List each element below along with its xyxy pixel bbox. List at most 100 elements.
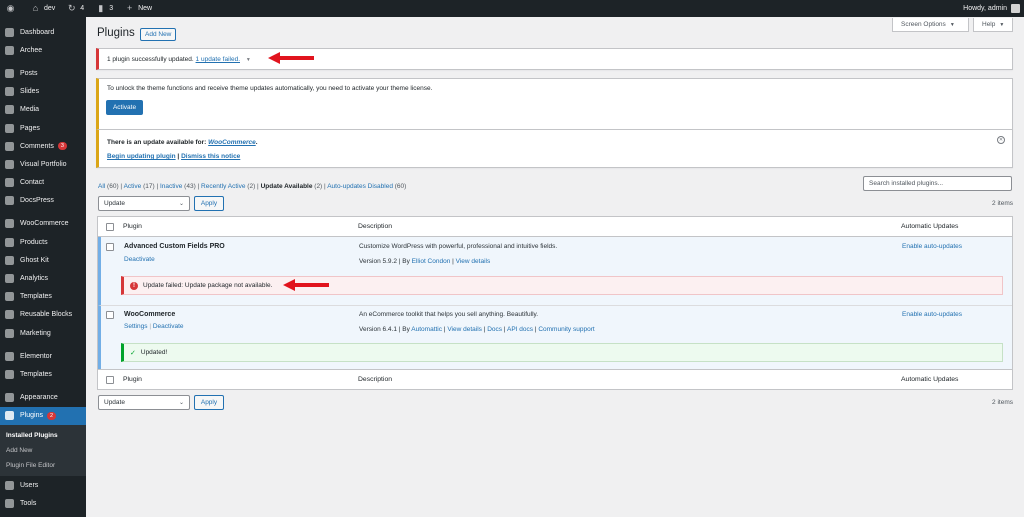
menu-woocommerce[interactable]: WooCommerce	[0, 215, 86, 233]
menu-products[interactable]: Products	[0, 233, 86, 251]
chevron-down-icon: ⌄	[178, 201, 184, 207]
column-automatic-updates: Automatic Updates	[901, 376, 959, 383]
menu-users[interactable]: Users	[0, 476, 86, 494]
author-link[interactable]: Automattic	[411, 326, 442, 333]
menu-tools[interactable]: Tools	[0, 494, 86, 512]
menu-dashboard[interactable]: Dashboard	[0, 23, 86, 41]
view-details-link[interactable]: View details	[456, 258, 491, 265]
update-failed-notice: ! Update failed: Update package not avai…	[121, 276, 1003, 295]
deactivate-link[interactable]: Deactivate	[124, 256, 155, 263]
menu-visual-portfolio[interactable]: Visual Portfolio	[0, 155, 86, 173]
row-checkbox[interactable]	[106, 311, 114, 319]
activate-button[interactable]: Activate	[106, 100, 143, 115]
menu-analytics[interactable]: Analytics	[0, 269, 86, 287]
menu-docspress[interactable]: DocsPress	[0, 192, 86, 210]
menu-contact[interactable]: Contact	[0, 174, 86, 192]
page-title: Plugins	[97, 27, 135, 39]
checkmark-icon: ✓	[130, 349, 136, 357]
docs-icon	[5, 196, 14, 206]
menu-appearance[interactable]: Appearance	[0, 389, 86, 407]
chart-icon	[5, 274, 14, 284]
help-button[interactable]: Help ▼	[973, 18, 1013, 32]
menu-slides[interactable]: Slides	[0, 83, 86, 101]
view-details-link[interactable]: View details	[447, 326, 482, 333]
pin-icon	[5, 68, 14, 78]
column-plugin[interactable]: Plugin	[123, 223, 142, 230]
filter-active[interactable]: Active (17)	[124, 183, 155, 190]
filter-update-available[interactable]: Update Available (2)	[261, 183, 323, 190]
items-count-bottom: 2 items	[992, 399, 1013, 406]
bulk-action-select-bottom[interactable]: Update ⌄	[98, 395, 190, 410]
docs-link[interactable]: Docs	[487, 326, 502, 333]
plus-icon: +	[126, 3, 133, 13]
apply-button[interactable]: Apply	[194, 196, 224, 211]
column-description: Description	[358, 223, 392, 230]
row-checkbox[interactable]	[106, 243, 114, 251]
menu-plugins[interactable]: Plugins 2	[0, 406, 86, 425]
author-link[interactable]: Elliot Condon	[412, 258, 451, 265]
submenu-add-new[interactable]: Add New	[0, 443, 86, 458]
select-all-checkbox[interactable]	[106, 376, 114, 384]
enable-auto-updates-link[interactable]: Enable auto-updates	[902, 311, 962, 318]
new-content-link[interactable]: + New	[119, 0, 158, 17]
add-new-button[interactable]: Add New	[140, 28, 177, 41]
select-all-checkbox[interactable]	[106, 223, 114, 231]
items-count: 2 items	[992, 200, 1013, 207]
menu-comments[interactable]: Comments 3	[0, 137, 86, 155]
menu-templates[interactable]: Templates	[0, 288, 86, 306]
filter-recently-active[interactable]: Recently Active (2)	[201, 183, 255, 190]
woocommerce-link[interactable]: WooCommerce	[208, 139, 256, 146]
menu-elementor[interactable]: Elementor	[0, 347, 86, 365]
wordpress-logo-icon[interactable]: ◉	[0, 0, 25, 17]
menu-posts[interactable]: Posts	[0, 64, 86, 82]
community-support-link[interactable]: Community support	[538, 326, 594, 333]
plugin-status-filters: All (60) | Active (17) | Inactive (43) |…	[98, 183, 407, 190]
updates-link[interactable]: ↻ 4	[61, 0, 90, 17]
menu-reusable-blocks[interactable]: Reusable Blocks	[0, 306, 86, 324]
deactivate-link[interactable]: Deactivate	[153, 323, 184, 330]
plugins-submenu: Installed Plugins Add New Plugin File Ed…	[0, 424, 86, 476]
screen-options-button[interactable]: Screen Options ▼	[892, 18, 969, 32]
submenu-installed-plugins[interactable]: Installed Plugins	[0, 428, 86, 443]
settings-link[interactable]: Settings	[124, 323, 148, 330]
filter-all[interactable]: All (60)	[98, 183, 119, 190]
admin-bar: ◉ ⌂ dev ↻ 4 ▮ 3 + New Howdy, admin	[0, 0, 1024, 17]
column-automatic-updates: Automatic Updates	[901, 223, 959, 230]
close-icon[interactable]: ✕	[997, 136, 1005, 144]
my-account[interactable]: Howdy, admin	[963, 0, 1020, 17]
menu-archee[interactable]: Archee	[0, 41, 86, 59]
comments-link[interactable]: ▮ 3	[90, 0, 119, 17]
admin-menu: Dashboard Archee Posts Slides Media Page…	[0, 17, 86, 517]
blocks-icon	[5, 310, 14, 320]
filter-auto-updates-disabled[interactable]: Auto-updates Disabled (60)	[327, 183, 406, 190]
site-name-link[interactable]: ⌂ dev	[25, 0, 61, 17]
menu-media[interactable]: Media	[0, 101, 86, 119]
plugin-name: WooCommerce	[124, 311, 176, 318]
begin-updating-link[interactable]: Begin updating plugin	[107, 153, 176, 160]
plugin-description: An eCommerce toolkit that helps you sell…	[359, 311, 539, 318]
menu-marketing[interactable]: Marketing	[0, 324, 86, 342]
search-input[interactable]: Search installed plugins...	[863, 176, 1012, 191]
dismiss-notice-link[interactable]: Dismiss this notice	[181, 153, 240, 160]
enable-auto-updates-link[interactable]: Enable auto-updates	[902, 243, 962, 250]
update-failed-link[interactable]: 1 update failed.	[196, 56, 240, 63]
table-footer: Plugin Description Automatic Updates	[98, 369, 1012, 389]
megaphone-icon	[5, 328, 14, 338]
submenu-plugin-file-editor[interactable]: Plugin File Editor	[0, 458, 86, 473]
annotation-arrow-icon	[283, 279, 329, 291]
filter-inactive[interactable]: Inactive (43)	[160, 183, 196, 190]
api-docs-link[interactable]: API docs	[507, 326, 533, 333]
comment-icon: ▮	[98, 3, 104, 13]
updated-notice: ✓ Updated!	[121, 343, 1003, 362]
column-plugin[interactable]: Plugin	[123, 376, 142, 383]
update-result-notice: 1 plugin successfully updated. 1 update …	[96, 48, 1013, 70]
bulk-action-select[interactable]: Update ⌄	[98, 196, 190, 211]
media-icon	[5, 105, 14, 115]
apply-button-bottom[interactable]: Apply	[194, 395, 224, 410]
menu-pages[interactable]: Pages	[0, 119, 86, 137]
plugins-badge: 2	[46, 411, 57, 420]
menu-elementor-templates[interactable]: Templates	[0, 365, 86, 383]
menu-ghost-kit[interactable]: Ghost Kit	[0, 251, 86, 269]
toggle-arrow-icon[interactable]: ▼	[246, 57, 251, 63]
slides-icon	[5, 87, 14, 97]
